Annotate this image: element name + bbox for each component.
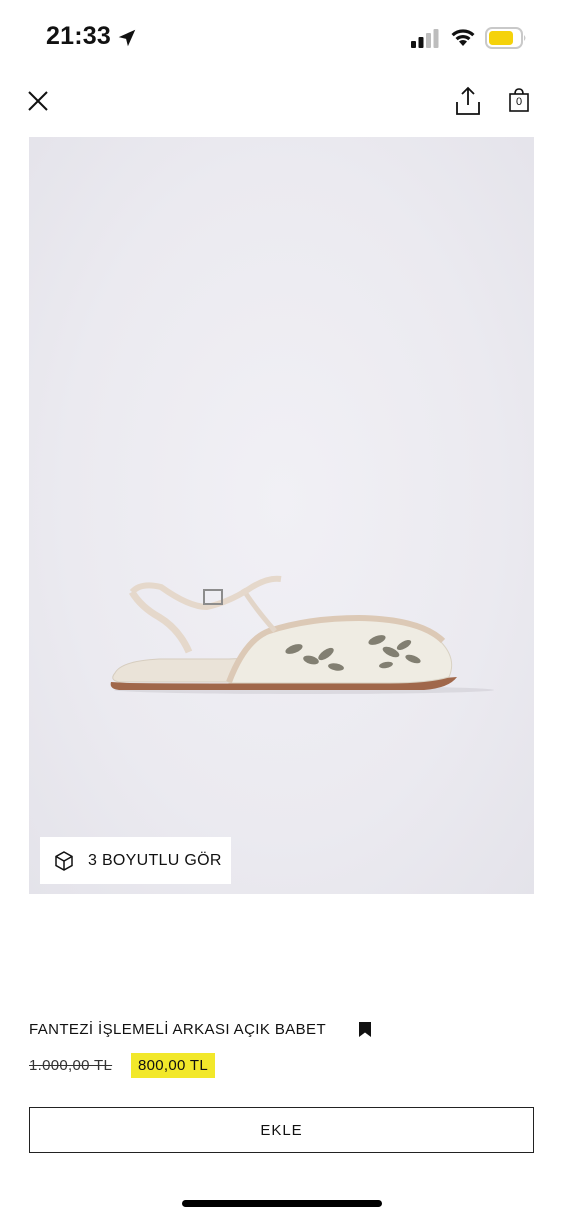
status-time: 21:33	[46, 22, 111, 50]
bag-count-badge: 0	[515, 96, 523, 108]
location-arrow-icon	[118, 29, 136, 47]
cube-icon	[55, 850, 73, 871]
home-indicator[interactable]	[182, 1200, 382, 1207]
original-price: 1.000,00 TL	[29, 1057, 113, 1074]
sale-price: 800,00 TL	[131, 1053, 215, 1078]
status-bar: 21:33	[0, 0, 563, 78]
top-navigation-bar: 0	[0, 78, 563, 128]
shopping-bag-button[interactable]: 0	[508, 87, 530, 113]
add-to-cart-button[interactable]: EKLE	[29, 1107, 534, 1153]
battery-icon	[485, 27, 526, 49]
product-name: FANTEZİ İŞLEMELİ ARKASI AÇIK BABET	[29, 1021, 327, 1038]
signal-icon	[411, 29, 439, 48]
close-icon[interactable]	[24, 87, 52, 115]
bookmark-icon[interactable]	[358, 1021, 372, 1038]
product-image[interactable]: 3 BOYUTLU GÖR	[29, 137, 534, 894]
product-shoe-illustration	[110, 575, 494, 694]
view-3d-button[interactable]: 3 BOYUTLU GÖR	[40, 837, 231, 884]
view-3d-label: 3 BOYUTLU GÖR	[88, 851, 222, 869]
wifi-icon	[451, 29, 475, 46]
share-icon[interactable]	[454, 85, 482, 117]
